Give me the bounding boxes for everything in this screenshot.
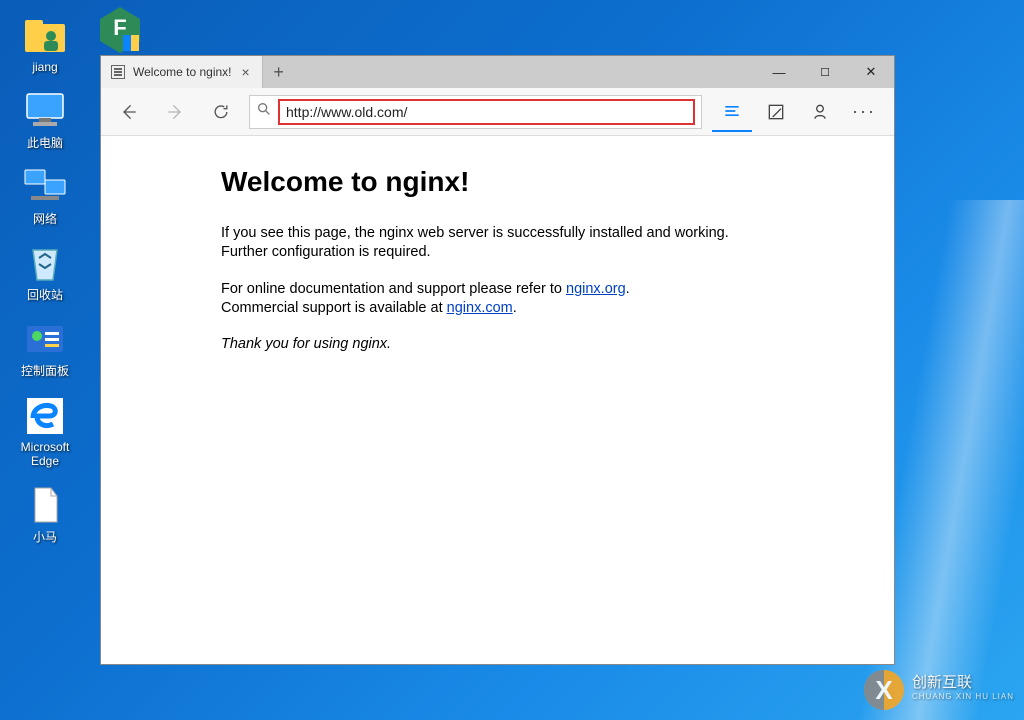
url-input[interactable]: http://www.old.com/ [278, 99, 695, 125]
desktop-icon-edge[interactable]: Microsoft Edge [5, 394, 85, 468]
desktop-icon-label: 此电脑 [5, 136, 85, 150]
tab-active[interactable]: Welcome to nginx! × [101, 56, 263, 88]
refresh-button[interactable] [203, 94, 239, 130]
search-icon [256, 101, 272, 122]
desktop-icon-computer[interactable]: 此电脑 [5, 90, 85, 150]
file-icon [21, 484, 69, 526]
desktop-icon-label: 网络 [5, 212, 85, 226]
desktop-icon-network[interactable]: 网络 [5, 166, 85, 226]
watermark: X 创新互联 CHUANG XIN HU LIAN [864, 670, 1014, 710]
page-icon [111, 65, 125, 79]
share-button[interactable] [800, 92, 840, 132]
desktop-icon-label: Microsoft Edge [5, 440, 85, 468]
control-panel-icon [21, 318, 69, 360]
desktop-icon-label: jiang [5, 60, 85, 74]
desktop-icon-file[interactable]: 小马 [5, 484, 85, 544]
tab-close-button[interactable]: × [240, 64, 252, 80]
desktop-icon-label: 控制面板 [5, 364, 85, 378]
watermark-logo-icon: X [864, 670, 904, 710]
link-nginx-com[interactable]: nginx.com [447, 300, 513, 316]
toolbar: http://www.old.com/ ··· [101, 88, 894, 136]
window-controls: — ☐ ✕ [756, 56, 894, 88]
link-nginx-org[interactable]: nginx.org [566, 281, 626, 297]
close-window-button[interactable]: ✕ [848, 56, 894, 88]
page-content: Welcome to nginx! If you see this page, … [101, 136, 894, 664]
desktop-icon-recycle[interactable]: 回收站 [5, 242, 85, 302]
computer-icon [21, 90, 69, 132]
minimize-button[interactable]: — [756, 56, 802, 88]
notes-button[interactable] [756, 92, 796, 132]
more-button[interactable]: ··· [844, 92, 884, 132]
page-paragraph: If you see this page, the nginx web serv… [221, 224, 774, 262]
desktop-icons: jiang 此电脑 网络 回收站 控制面板 Microsoft Edge 小 [0, 0, 90, 560]
back-button[interactable] [111, 94, 147, 130]
page-paragraph: For online documentation and support ple… [221, 280, 774, 318]
desktop-icon-label: 回收站 [5, 288, 85, 302]
user-folder-icon [21, 14, 69, 56]
address-bar[interactable]: http://www.old.com/ [249, 95, 702, 129]
desktop-icon-control-panel[interactable]: 控制面板 [5, 318, 85, 378]
browser-window: Welcome to nginx! × + — ☐ ✕ http://www.o… [100, 55, 895, 665]
page-heading: Welcome to nginx! [221, 166, 774, 198]
recycle-icon [21, 242, 69, 284]
toolbar-right: ··· [712, 92, 884, 132]
tab-bar: Welcome to nginx! × + — ☐ ✕ [101, 56, 894, 88]
watermark-text: 创新互联 CHUANG XIN HU LIAN [912, 676, 1014, 704]
page-paragraph: Thank you for using nginx. [221, 335, 774, 354]
reading-view-button[interactable] [712, 92, 752, 132]
forward-button[interactable] [157, 94, 193, 130]
desktop-icon-label: 小马 [5, 530, 85, 544]
edge-icon [21, 394, 69, 436]
network-icon [21, 166, 69, 208]
tab-title: Welcome to nginx! [133, 65, 232, 79]
project-shortcut-icon[interactable]: F [95, 5, 145, 55]
maximize-button[interactable]: ☐ [802, 56, 848, 88]
new-tab-button[interactable]: + [263, 56, 295, 88]
desktop-icon-user[interactable]: jiang [5, 14, 85, 74]
